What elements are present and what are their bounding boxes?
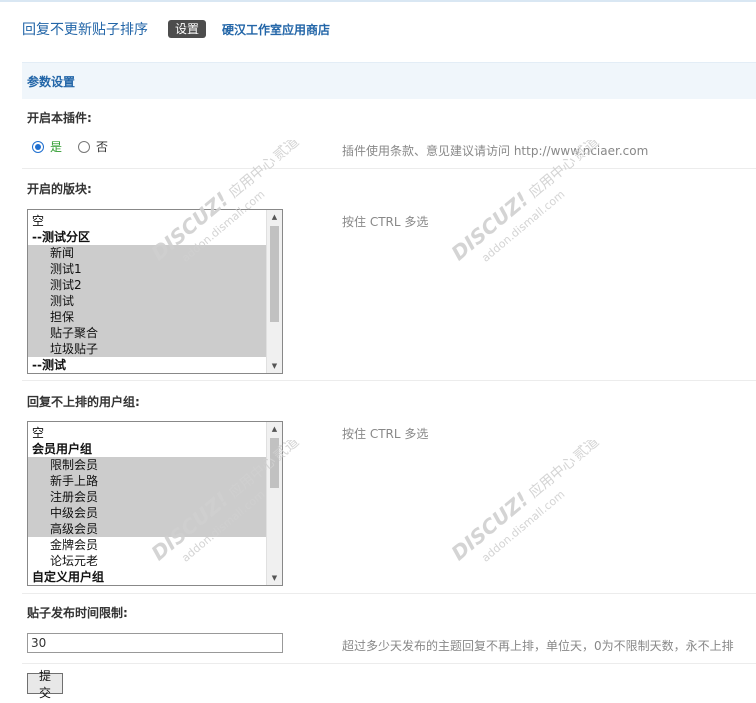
divider <box>22 380 756 381</box>
plugin-title-link[interactable]: 回复不更新贴子排序 <box>22 19 148 39</box>
radio-no-label[interactable]: 否 <box>96 138 108 155</box>
select-option[interactable]: 测试 <box>28 293 282 309</box>
select-option[interactable]: 垃圾贴子 <box>28 341 282 357</box>
forums-label: 开启的版块: <box>27 182 92 196</box>
watermark: DISCUZ! 应用中心 贰道 addon.dismall.com <box>420 133 620 280</box>
select-option[interactable]: 贴子聚合 <box>28 325 282 341</box>
tab-settings[interactable]: 设置 <box>168 20 207 38</box>
submit-button[interactable]: 提交 <box>27 669 63 700</box>
app-store-link[interactable]: 硬汉工作室应用商店 <box>222 21 330 38</box>
page-header: 回复不更新贴子排序 设置 硬汉工作室应用商店 <box>22 18 330 40</box>
watermark: DISCUZ! 应用中心 贰道 addon.dismall.com <box>420 433 620 580</box>
enable-plugin-radio-group: 是 否 <box>32 138 108 155</box>
enable-plugin-label: 开启本插件: <box>27 111 92 125</box>
forums-hint: 按住 CTRL 多选 <box>342 215 429 229</box>
watermark: DISCUZ! 应用中心 贰道 addon.dismall.com <box>120 433 320 580</box>
usergroups-hint: 按住 CTRL 多选 <box>342 427 429 441</box>
section-title: 参数设置 <box>27 75 76 89</box>
time-limit-hint: 超过多少天发布的主题回复不再上排，单位天，0为不限制天数，永不上排 <box>342 639 734 653</box>
radio-yes[interactable] <box>32 140 44 153</box>
time-limit-input[interactable] <box>27 633 283 653</box>
radio-no[interactable] <box>78 140 91 153</box>
watermark: DISCUZ! 应用中心 贰道 addon.dismall.com <box>120 133 320 280</box>
section-header: 参数设置 <box>22 62 756 99</box>
top-border <box>0 0 756 2</box>
radio-yes-label[interactable]: 是 <box>50 138 62 155</box>
scroll-up-icon[interactable]: ▲ <box>267 422 282 436</box>
scroll-down-icon[interactable]: ▼ <box>267 359 282 373</box>
divider <box>22 663 756 664</box>
select-option[interactable]: --测试 <box>28 357 264 373</box>
select-option[interactable]: 空 <box>28 425 264 441</box>
select-option[interactable]: 担保 <box>28 309 282 325</box>
time-limit-label: 贴子发布时间限制: <box>27 606 128 620</box>
usergroups-label: 回复不上排的用户组: <box>27 395 140 409</box>
divider <box>22 593 756 594</box>
